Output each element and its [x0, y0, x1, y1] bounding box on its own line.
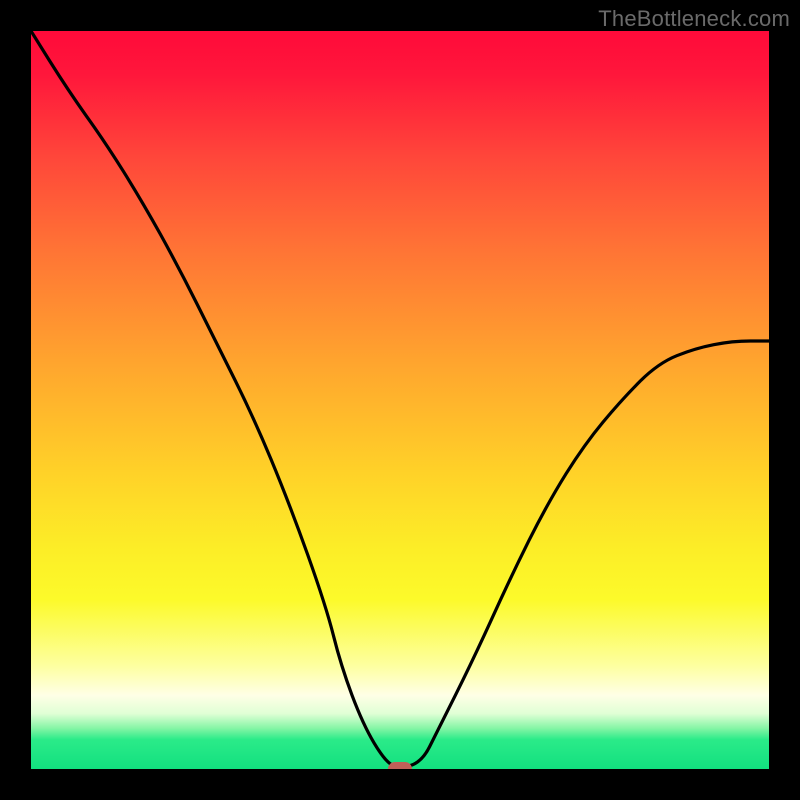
watermark-text: TheBottleneck.com — [598, 6, 790, 32]
curve-layer — [31, 31, 769, 769]
plot-area — [31, 31, 769, 769]
bottleneck-curve — [31, 31, 769, 767]
chart-frame: TheBottleneck.com — [0, 0, 800, 800]
optimal-point-marker — [388, 762, 412, 769]
